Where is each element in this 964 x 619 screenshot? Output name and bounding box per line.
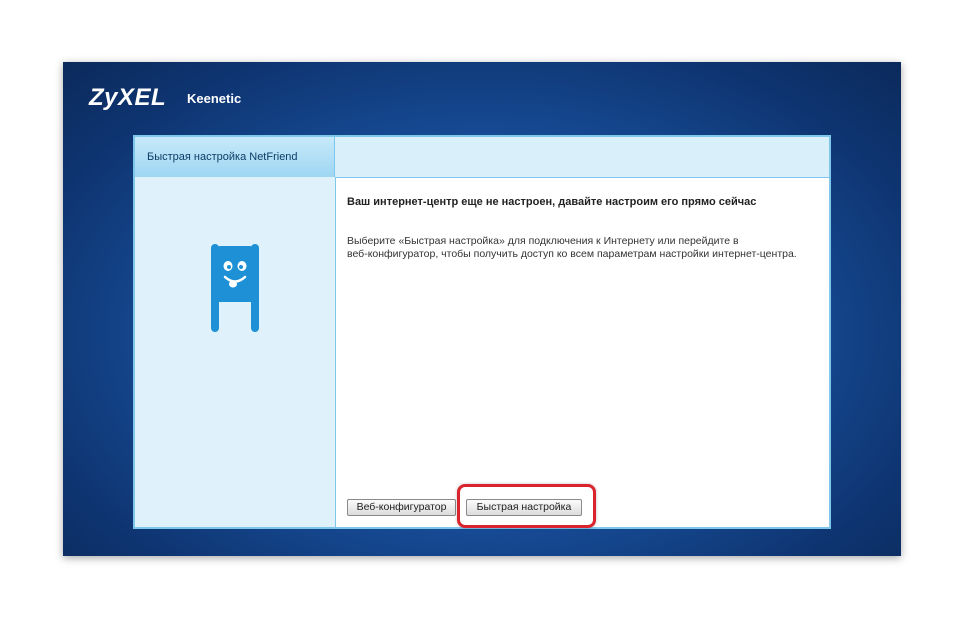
netfriend-mascot-icon	[211, 244, 259, 332]
description: Выберите «Быстрая настройка» для подключ…	[347, 235, 817, 261]
quick-setup-button[interactable]: Быстрая настройка	[466, 499, 582, 516]
netfriend-panel: Быстрая настройка NetFriend Ваш интернет…	[133, 135, 831, 529]
main-content: Ваш интернет-центр еще не настроен, дава…	[335, 177, 829, 527]
page-title: Ваш интернет-центр еще не настроен, дава…	[347, 196, 757, 208]
zyxel-logo: ZyXEL	[89, 84, 167, 111]
sidebar	[135, 177, 335, 527]
description-line: веб-конфигуратор, чтобы получить доступ …	[347, 248, 797, 260]
description-line: Выберите «Быстрая настройка» для подключ…	[347, 235, 739, 247]
router-setup-window: ZyXEL Keenetic Быстрая настройка NetFrie…	[63, 62, 901, 556]
product-name: Keenetic	[187, 91, 242, 106]
tab-netfriend-quick-setup[interactable]: Быстрая настройка NetFriend	[135, 137, 335, 177]
web-configurator-button[interactable]: Веб-конфигуратор	[347, 499, 456, 516]
